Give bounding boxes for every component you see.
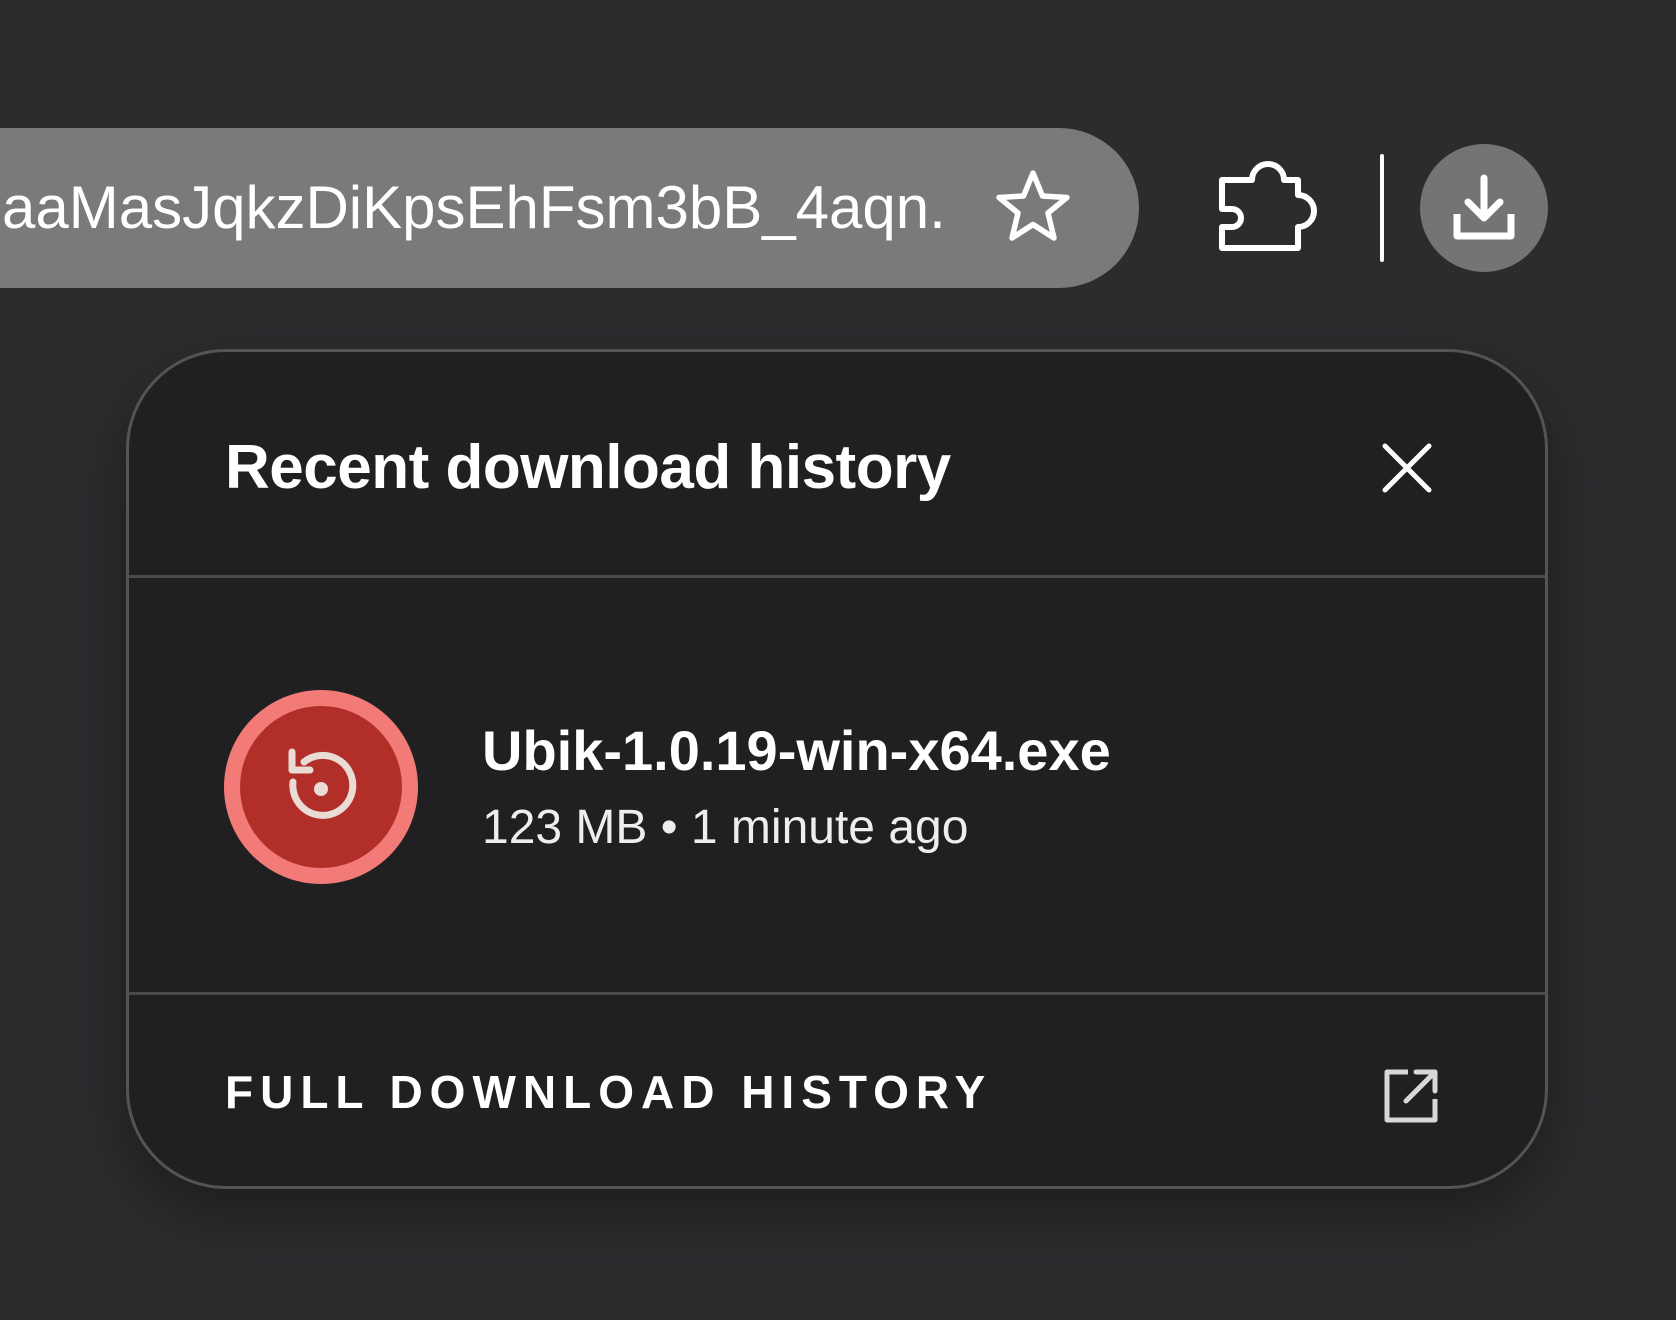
panel-header: Recent download history — [129, 352, 1545, 575]
download-item[interactable]: Ubik-1.0.19-win-x64.exe 123 MB • 1 minut… — [129, 578, 1545, 992]
panel-title: Recent download history — [225, 433, 951, 502]
download-bubble-panel: Recent download history Ubik-1.0.19-win-… — [126, 349, 1548, 1189]
star-outline-icon[interactable] — [994, 168, 1072, 246]
full-download-history-link[interactable]: FULL DOWNLOAD HISTORY — [129, 995, 1545, 1186]
toolbar-divider — [1380, 154, 1384, 262]
close-icon[interactable] — [1377, 438, 1437, 498]
full-download-history-label: FULL DOWNLOAD HISTORY — [225, 1066, 993, 1118]
retry-icon — [288, 748, 357, 819]
download-file-name[interactable]: Ubik-1.0.19-win-x64.exe — [482, 718, 1111, 783]
download-file-meta: 123 MB • 1 minute ago — [482, 801, 969, 854]
retry-download-button[interactable] — [224, 690, 418, 884]
retry-icon-background — [240, 706, 402, 868]
address-bar[interactable]: aaMasJqkzDiKpsEhFsm3bB_4aqn... — [0, 128, 1139, 288]
open-in-new-icon — [1382, 1067, 1440, 1125]
address-url-text[interactable]: aaMasJqkzDiKpsEhFsm3bB_4aqn... — [0, 168, 947, 248]
downloads-button[interactable] — [1420, 144, 1548, 272]
puzzle-piece-icon[interactable] — [1216, 158, 1326, 254]
download-icon — [1453, 174, 1515, 240]
